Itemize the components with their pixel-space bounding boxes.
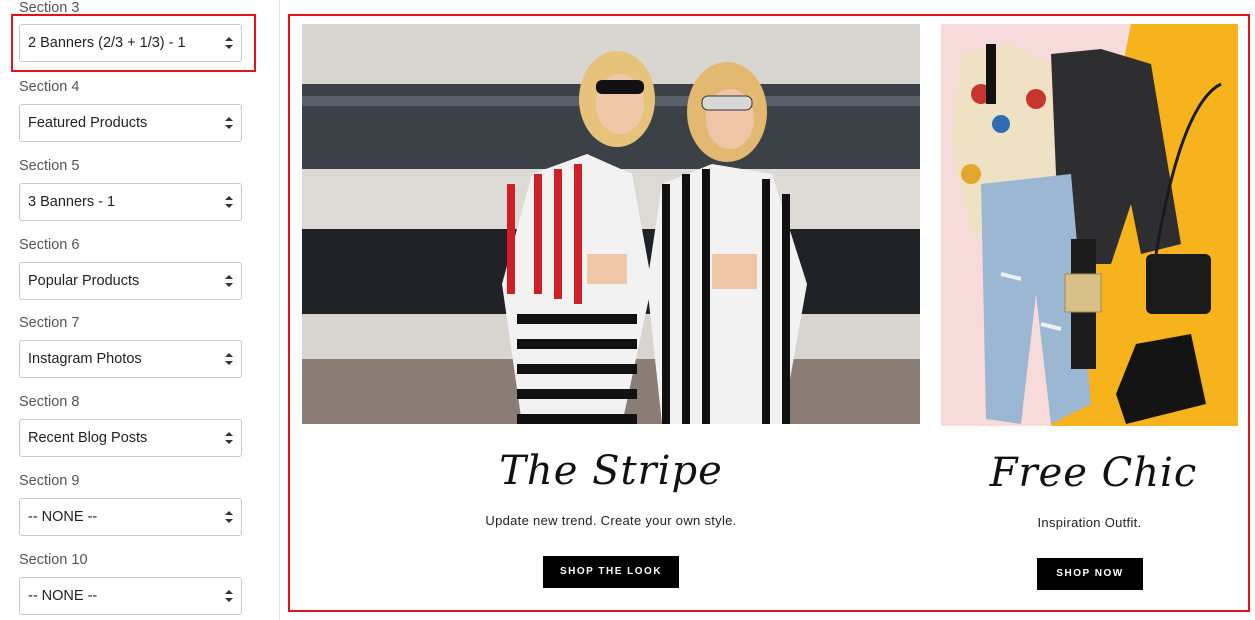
select-value: Featured Products — [28, 115, 148, 131]
section-5-select[interactable]: 3 Banners - 1 — [19, 183, 242, 221]
stripe-banner-image[interactable] — [302, 24, 920, 424]
select-arrows-icon — [225, 350, 233, 368]
chic-banner-title: Free Chic — [989, 450, 1198, 496]
shop-now-button[interactable]: SHOP NOW — [1037, 558, 1143, 590]
shop-the-look-button[interactable]: SHOP THE LOOK — [543, 556, 679, 588]
section-10-select[interactable]: -- NONE -- — [19, 577, 242, 615]
stripe-banner-subtitle: Update new trend. Create your own style. — [485, 513, 737, 528]
section-5: Section 5 3 Banners - 1 — [19, 157, 242, 221]
select-value: -- NONE -- — [28, 588, 98, 604]
select-value: 3 Banners - 1 — [28, 194, 116, 210]
section-6-select[interactable]: Popular Products — [19, 262, 242, 300]
section-label: Section 4 — [19, 79, 80, 95]
select-arrows-icon — [225, 508, 233, 526]
section-4-select[interactable]: Featured Products — [19, 104, 242, 142]
section-7: Section 7 Instagram Photos — [19, 314, 242, 378]
select-value: Recent Blog Posts — [28, 430, 148, 446]
section-label: Section 6 — [19, 237, 80, 253]
select-arrows-icon — [225, 272, 233, 290]
select-value: Popular Products — [28, 273, 140, 289]
chic-banner-image[interactable] — [941, 24, 1238, 426]
section-10: Section 10 -- NONE -- — [19, 551, 242, 615]
section-4: Section 4 Featured Products — [19, 78, 242, 142]
selected-section-highlight — [11, 14, 256, 72]
select-arrows-icon — [225, 429, 233, 447]
section-9: Section 9 -- NONE -- — [19, 472, 242, 536]
section-label: Section 10 — [19, 552, 88, 568]
select-arrows-icon — [225, 587, 233, 605]
section-7-select[interactable]: Instagram Photos — [19, 340, 242, 378]
settings-sidebar: Section 3 2 Banners (2/3 + 1/3) - 1 Sect… — [0, 0, 280, 620]
stripe-banner-title: The Stripe — [499, 448, 723, 494]
section-label: Section 7 — [19, 315, 80, 331]
select-value: Instagram Photos — [28, 351, 142, 367]
select-arrows-icon — [225, 193, 233, 211]
section-label: Section 8 — [19, 394, 80, 410]
section-6: Section 6 Popular Products — [19, 236, 242, 300]
section-8: Section 8 Recent Blog Posts — [19, 393, 242, 457]
select-value: -- NONE -- — [28, 509, 98, 525]
select-arrows-icon — [225, 114, 233, 132]
section-9-select[interactable]: -- NONE -- — [19, 498, 242, 536]
section-label: Section 5 — [19, 158, 80, 174]
section-label: Section 9 — [19, 473, 80, 489]
section-8-select[interactable]: Recent Blog Posts — [19, 419, 242, 457]
chic-banner-subtitle: Inspiration Outfit. — [1037, 515, 1142, 530]
